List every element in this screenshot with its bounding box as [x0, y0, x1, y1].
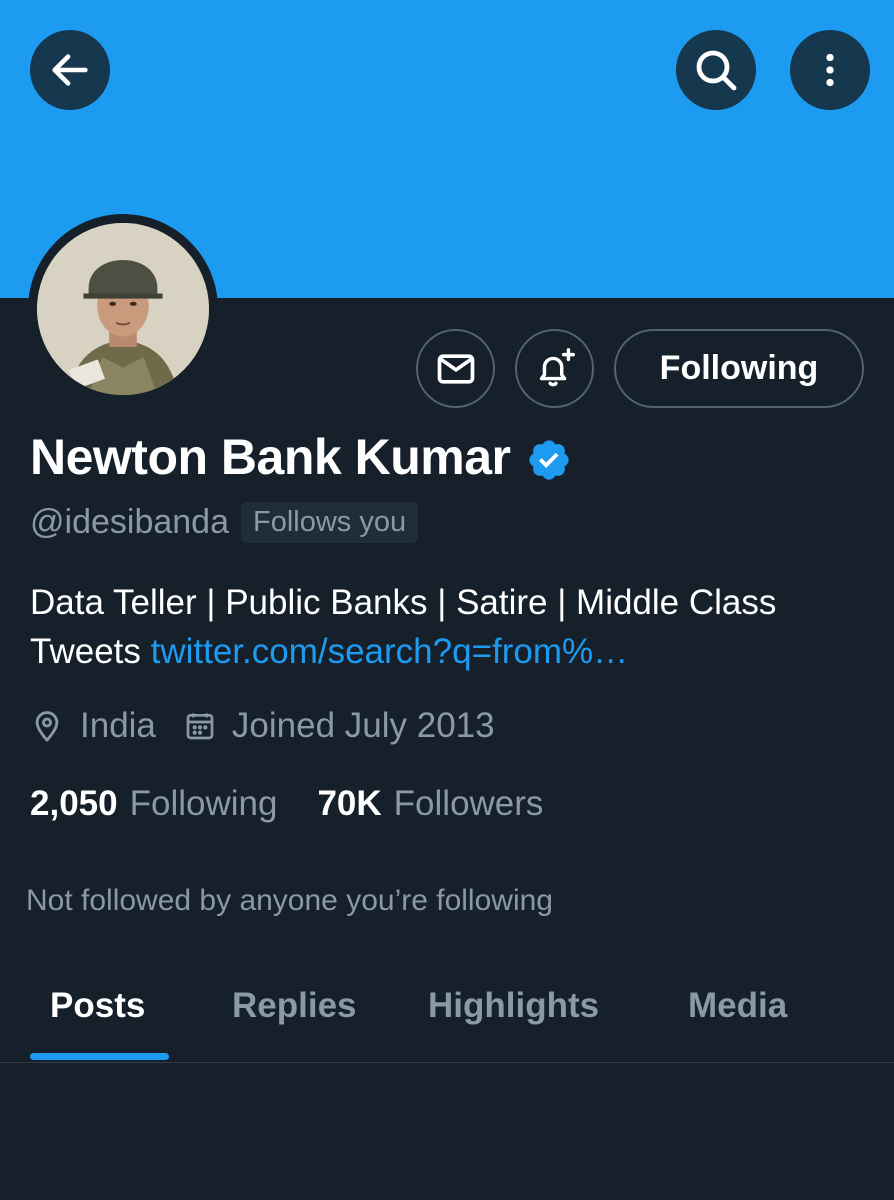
profile-tabs: Posts Replies Highlights Media — [0, 950, 894, 1063]
joined-item: Joined July 2013 — [184, 706, 495, 746]
location-pin-icon — [35, 711, 59, 742]
following-button[interactable]: Following — [614, 329, 864, 408]
follows-you-badge: Follows you — [241, 502, 419, 543]
mutual-followers-text: Not followed by anyone you’re following — [26, 884, 553, 917]
profile-meta: India Joined July 2013 — [30, 706, 495, 746]
tab-media[interactable]: Media — [688, 986, 787, 1026]
profile-name-row: Newton Bank Kumar — [30, 428, 572, 486]
verified-badge-icon[interactable] — [526, 437, 572, 483]
tab-highlights[interactable]: Highlights — [428, 986, 599, 1026]
more-options-button[interactable] — [790, 30, 870, 110]
followers-count: 70K — [317, 784, 382, 823]
following-stat[interactable]: 2,050 Following — [30, 784, 277, 824]
followers-label: Followers — [393, 784, 544, 823]
profile-name: Newton Bank Kumar — [30, 429, 511, 485]
bio-link[interactable]: twitter.com/search?q=from%… — [151, 632, 629, 671]
tab-posts[interactable]: Posts — [50, 986, 145, 1026]
joined-text: Joined July 2013 — [231, 706, 495, 745]
profile-avatar[interactable] — [28, 214, 218, 404]
search-button[interactable] — [676, 30, 756, 110]
following-label: Following — [129, 784, 278, 823]
avatar-image — [37, 223, 209, 395]
location-text: India — [80, 706, 156, 745]
followers-stat[interactable]: 70K Followers — [317, 784, 543, 824]
handle-row: @idesibanda Follows you — [30, 502, 419, 543]
tab-replies[interactable]: Replies — [232, 986, 357, 1026]
envelope-icon — [437, 353, 474, 384]
notifications-button[interactable] — [515, 329, 594, 408]
following-count: 2,050 — [30, 784, 118, 823]
profile-bio: Data Teller | Public Banks | Satire | Mi… — [30, 578, 870, 676]
back-button[interactable] — [30, 30, 110, 110]
active-tab-indicator — [30, 1053, 169, 1060]
bell-plus-icon — [539, 347, 575, 386]
calendar-icon — [186, 713, 214, 740]
search-icon — [696, 50, 737, 91]
message-button[interactable] — [416, 329, 495, 408]
more-vertical-icon — [826, 53, 834, 87]
follow-stats: 2,050 Following 70K Followers — [30, 784, 543, 824]
profile-handle: @idesibanda — [30, 503, 229, 541]
location-item: India — [30, 706, 156, 746]
arrow-left-icon — [52, 54, 88, 86]
